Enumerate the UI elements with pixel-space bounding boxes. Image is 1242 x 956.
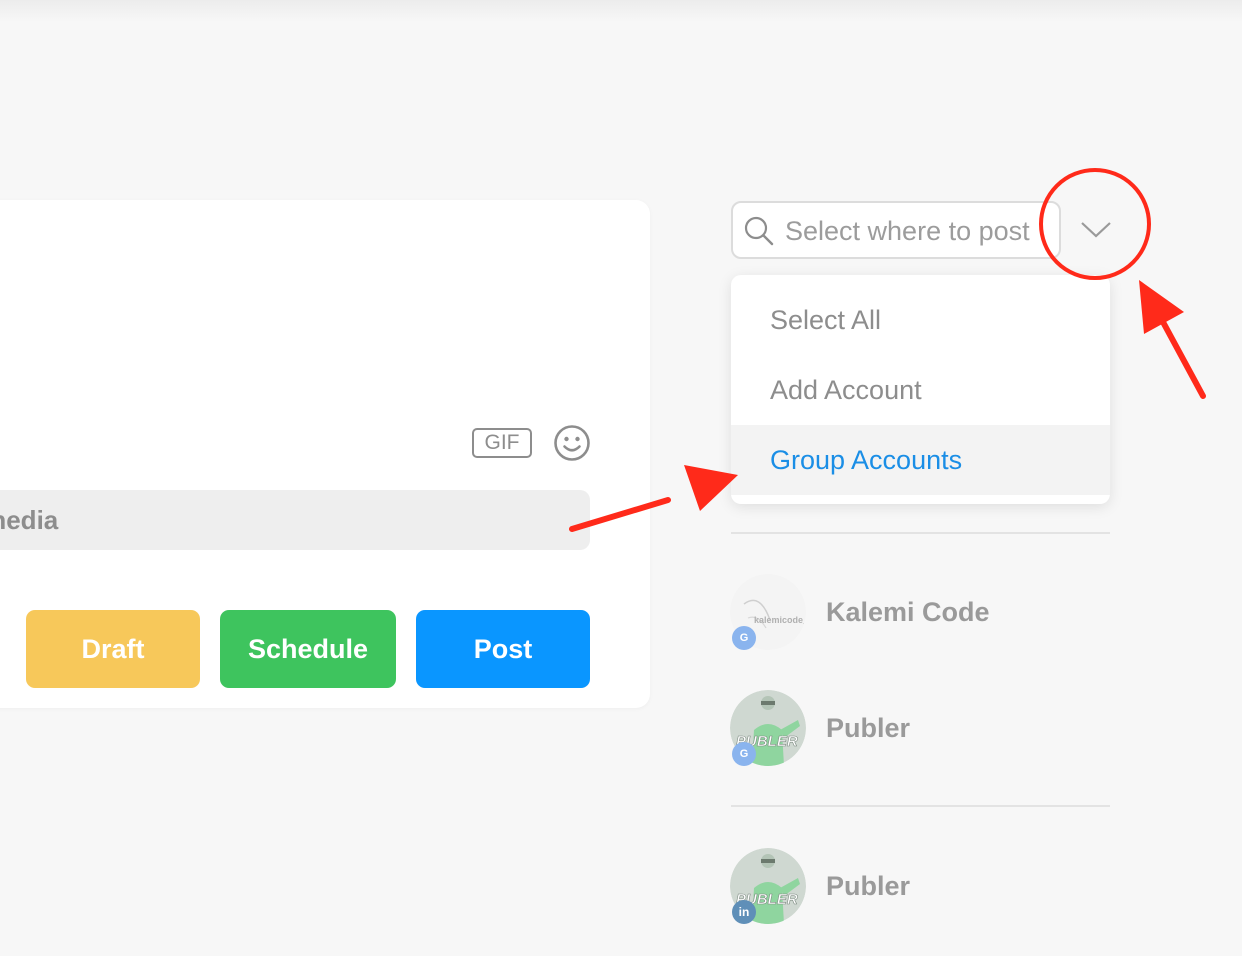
media-dropzone[interactable]: p media xyxy=(0,490,590,550)
add-account-option[interactable]: Add Account xyxy=(731,355,1110,425)
chevron-down-icon[interactable] xyxy=(1078,217,1114,241)
svg-text:kalemicode_: kalemicode_ xyxy=(754,615,804,625)
arrow-to-dropdown xyxy=(1139,280,1206,399)
search-icon xyxy=(744,216,774,246)
post-composer: GIF p media Draft Schedule Post xyxy=(0,200,650,708)
account-search-field[interactable] xyxy=(731,201,1061,259)
account-search-input[interactable] xyxy=(783,209,1057,253)
account-row[interactable]: PUBLER in Publer xyxy=(730,848,1110,928)
schedule-button[interactable]: Schedule xyxy=(220,610,396,688)
post-button[interactable]: Post xyxy=(416,610,590,688)
section-divider xyxy=(731,532,1110,534)
linkedin-icon: in xyxy=(732,900,756,924)
draft-button[interactable]: Draft xyxy=(26,610,200,688)
account-row[interactable]: kalemicode_ G Kalemi Code xyxy=(730,574,1110,654)
media-dropzone-label: p media xyxy=(0,505,59,535)
avatar-text: kalemicode_ xyxy=(754,615,804,625)
top-bar-shadow xyxy=(0,0,1242,22)
account-name: Publer xyxy=(826,871,911,901)
account-name: Publer xyxy=(826,713,911,743)
account-row[interactable]: PUBLER G Publer xyxy=(730,690,1110,770)
group-accounts-option[interactable]: Group Accounts xyxy=(731,425,1110,495)
google-business-icon: G xyxy=(732,626,756,650)
section-divider xyxy=(731,805,1110,807)
select-all-option[interactable]: Select All xyxy=(731,285,1110,355)
account-dropdown-menu: Select All Add Account Group Accounts xyxy=(731,275,1110,504)
google-business-icon: G xyxy=(732,742,756,766)
account-name: Kalemi Code xyxy=(826,597,990,627)
gif-button[interactable]: GIF xyxy=(472,428,532,458)
emoji-icon[interactable] xyxy=(553,424,591,462)
